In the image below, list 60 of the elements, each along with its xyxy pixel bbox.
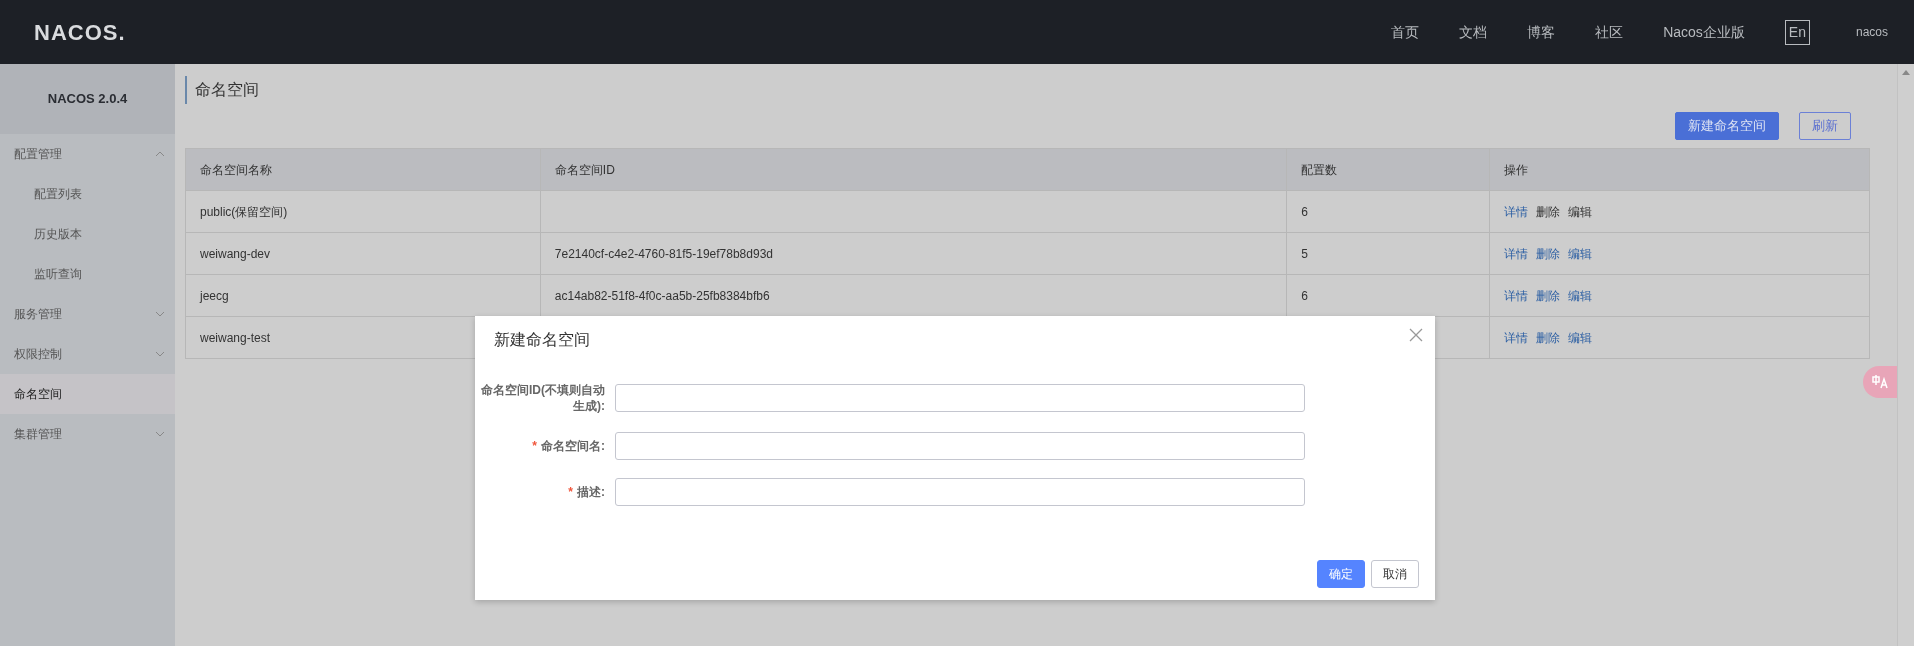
translate-icon	[1871, 374, 1889, 390]
cancel-button[interactable]: 取消	[1371, 560, 1419, 588]
sidebar-item[interactable]: 集群管理	[0, 414, 175, 454]
nav-link[interactable]: 博客	[1527, 21, 1556, 43]
table-cell: 5	[1286, 232, 1490, 275]
action-link[interactable]: 编辑	[1568, 246, 1593, 261]
chevron-down-icon	[155, 311, 165, 317]
input-field[interactable]	[615, 432, 1305, 460]
nav-link[interactable]: 首页	[1391, 21, 1420, 43]
logo: NACOS.	[34, 18, 126, 47]
action-link[interactable]: 编辑	[1568, 288, 1593, 303]
refresh-button[interactable]: 刷新	[1799, 112, 1851, 140]
language-toggle[interactable]: En	[1784, 19, 1810, 45]
table-cell: 7e2140cf-c4e2-4760-81f5-19ef78b8d93d	[540, 232, 1287, 275]
table-cell: 6	[1286, 190, 1490, 233]
field-label: 命名空间名:	[541, 439, 605, 453]
create-namespace-button[interactable]: 新建命名空间	[1675, 112, 1779, 140]
table-cell: 6	[1286, 274, 1490, 317]
action-link[interactable]: 详情	[1504, 204, 1529, 219]
field-label: 命名空间ID(不填则自动生成):	[480, 382, 606, 414]
action-link[interactable]: 详情	[1504, 330, 1529, 345]
column-header: 配置数	[1286, 148, 1490, 191]
scroll-up-icon[interactable]	[1901, 68, 1911, 76]
sidebar-subitem[interactable]: 监听查询	[0, 254, 175, 294]
sidebar-title: NACOS 2.0.4	[0, 64, 175, 134]
user-link[interactable]: nacos	[1855, 23, 1888, 41]
action-link[interactable]: 删除	[1536, 288, 1561, 303]
table-cell: weiwang-dev	[185, 232, 541, 275]
table-cell: public(保留空间)	[185, 190, 541, 233]
confirm-button[interactable]: 确定	[1317, 560, 1365, 588]
column-header: 操作	[1489, 148, 1870, 191]
table-cell: ac14ab82-51f8-4f0c-aa5b-25fb8384bfb6	[540, 274, 1287, 317]
action-link[interactable]: 详情	[1504, 246, 1529, 261]
close-icon[interactable]	[1409, 328, 1423, 342]
sidebar-item[interactable]: 命名空间	[0, 374, 175, 414]
column-header: 命名空间ID	[540, 148, 1287, 191]
required-mark: *	[568, 485, 573, 499]
input-field[interactable]	[615, 478, 1305, 506]
action-link[interactable]: 删除	[1536, 246, 1561, 261]
sidebar-item[interactable]: 权限控制	[0, 334, 175, 374]
nav-link[interactable]: 社区	[1595, 21, 1624, 43]
field-label: 描述:	[577, 485, 605, 499]
action-link[interactable]: 详情	[1504, 288, 1529, 303]
required-mark: *	[532, 439, 537, 453]
sidebar-item[interactable]: 配置管理	[0, 134, 175, 174]
translate-button[interactable]	[1863, 366, 1897, 398]
input-field[interactable]	[615, 384, 1305, 412]
chevron-down-icon	[155, 431, 165, 437]
table-cell: jeecg	[185, 274, 541, 317]
sidebar-subitem[interactable]: 配置列表	[0, 174, 175, 214]
action-link[interactable]: 编辑	[1568, 330, 1593, 345]
nav-link[interactable]: Nacos企业版	[1663, 21, 1745, 43]
page-title: 命名空间	[185, 76, 1887, 104]
chevron-down-icon	[155, 351, 165, 357]
chevron-up-icon	[155, 151, 165, 157]
nav-link[interactable]: 文档	[1459, 21, 1488, 43]
action-link[interactable]: 删除	[1536, 330, 1561, 345]
sidebar-subitem[interactable]: 历史版本	[0, 214, 175, 254]
sidebar-item[interactable]: 服务管理	[0, 294, 175, 334]
column-header: 命名空间名称	[185, 148, 541, 191]
